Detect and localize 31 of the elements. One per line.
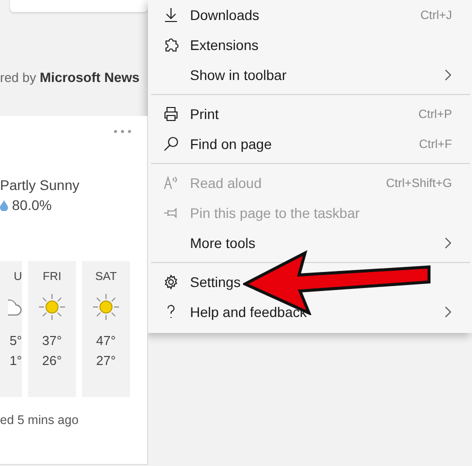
- menu-item[interactable]: Downloads Ctrl+J: [148, 0, 472, 30]
- search-icon: [163, 136, 179, 152]
- read-aloud-icon: [163, 175, 179, 191]
- forecast-day: SAT: [95, 271, 117, 283]
- download-icon: [163, 7, 179, 23]
- low-temperature: 1°: [10, 352, 22, 370]
- pin-icon: [163, 205, 179, 221]
- high-temperature: 5°: [10, 332, 22, 350]
- high-temperature: 37°: [42, 332, 62, 350]
- menu-item[interactable]: Print Ctrl+P: [148, 99, 472, 129]
- menu-item[interactable]: Find on page Ctrl+F: [148, 129, 472, 159]
- menu-item[interactable]: Settings: [148, 267, 472, 297]
- more-options-icon[interactable]: [114, 130, 131, 133]
- forecast-day: FRI: [42, 271, 62, 283]
- precipitation-value: 80.0%: [12, 197, 52, 213]
- menu-item[interactable]: Show in toolbar: [148, 60, 472, 90]
- weather-condition: Partly Sunny: [0, 177, 80, 193]
- low-temperature: 27°: [96, 352, 116, 370]
- menu-item[interactable]: Extensions: [148, 30, 472, 60]
- raindrop-icon: [0, 200, 8, 210]
- printer-icon: [163, 106, 179, 122]
- gear-icon: [163, 274, 179, 290]
- sun-icon: [38, 293, 66, 321]
- updated-time: ed 5 mins ago: [0, 413, 80, 427]
- puzzle-icon: [163, 37, 179, 53]
- high-temperature: 47°: [96, 332, 116, 350]
- forecast-day: U: [14, 271, 22, 283]
- news-credit: red by Microsoft News: [0, 70, 141, 86]
- menu-item[interactable]: More tools: [148, 228, 472, 258]
- sun-icon: [92, 293, 120, 321]
- low-temperature: 26°: [42, 352, 62, 370]
